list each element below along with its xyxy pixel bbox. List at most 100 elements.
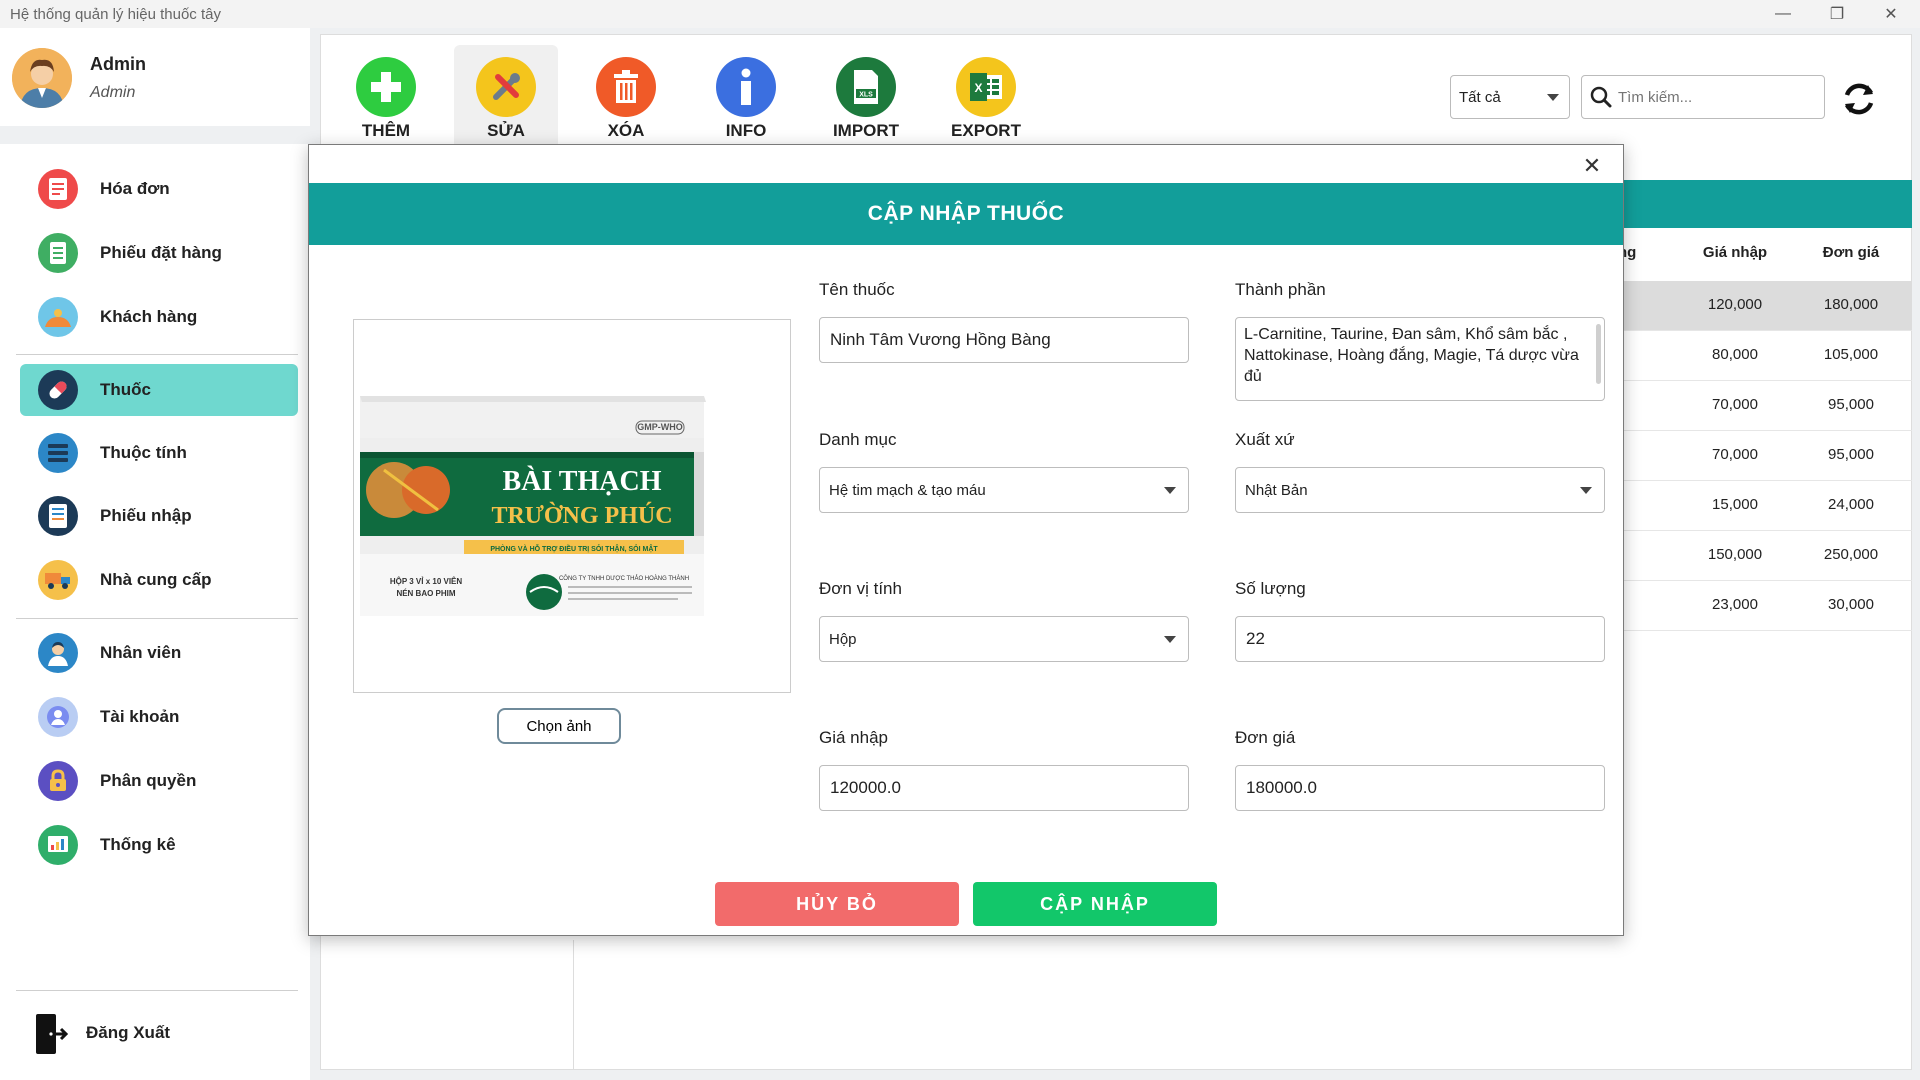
sidebar-item-label: Phiếu nhập [100,506,192,525]
avatar [12,48,72,108]
sidebar-item-thuoc[interactable]: Thuốc [20,364,298,416]
table-row[interactable]: 15,000 24,000 [1622,481,1912,531]
table-cell: 24,000 [1828,496,1874,513]
unit-select[interactable]: Hộp [819,616,1189,662]
origin-value: Nhật Bản [1245,481,1308,499]
filter-value: Tất cả [1459,88,1501,106]
sidebar-divider [16,618,298,619]
close-icon[interactable]: ✕ [1579,153,1605,179]
sidebar-item-nhan-vien[interactable]: Nhân viên [20,627,298,679]
import-button[interactable]: XLS IMPORT [814,45,918,149]
choose-image-button[interactable]: Chọn ảnh [497,708,621,744]
origin-select[interactable]: Nhật Bản [1235,467,1605,513]
info-button[interactable]: INFO [694,45,798,149]
cancel-button[interactable]: HỦY BỎ [715,882,959,926]
table-cell: 105,000 [1823,346,1879,363]
table-row[interactable]: 70,000 95,000 [1622,431,1912,481]
wrench-icon [476,57,536,117]
minimize-icon[interactable]: — [1760,0,1806,28]
user-role: Admin [90,84,136,101]
product-maker: CÔNG TY TNHH DƯỢC THẢO HOÀNG THÀNH [559,575,689,582]
sidebar-item-phan-quyen[interactable]: Phân quyền [20,755,298,807]
svg-text:X: X [974,81,982,95]
sidebar-divider [16,990,298,991]
update-medicine-dialog: ✕ CẬP NHẬP THUỐC GMP-WHO BÀI THẠCH TRƯỜN… [308,144,1624,936]
ingredients-label: Thành phần [1235,280,1326,299]
table-header-gia-nhap: Giá nhập [1702,244,1768,261]
update-button[interactable]: CẬP NHẬP [973,882,1217,926]
sidebar-item-khach-hang[interactable]: Khách hàng [20,291,298,343]
unit-price-input[interactable]: 180000.0 [1235,765,1605,811]
sidebar-item-thuoc-tinh[interactable]: Thuộc tính [20,427,298,479]
table-cell: 23,000 [1712,596,1758,613]
toolbar-label: THÊM [361,121,411,140]
excel-icon: X [956,57,1016,117]
import-price-input[interactable]: 120000.0 [819,765,1189,811]
logout-label: Đăng Xuất [86,1023,171,1042]
filter-select[interactable]: Tất cả [1450,75,1570,119]
toolbar-label: EXPORT [951,121,1021,140]
user-card: Admin Admin [0,28,310,126]
sidebar-item-tai-khoan[interactable]: Tài khoản [20,691,298,743]
table-cell: 120,000 [1707,296,1763,313]
category-select[interactable]: Hệ tim mạch & tạo máu [819,467,1189,513]
delete-button[interactable]: XÓA [574,45,678,149]
pill-icon [38,370,78,410]
list-icon [38,433,78,473]
invoice-icon [38,169,78,209]
edit-button[interactable]: SỬA [454,45,558,149]
sidebar-item-label: Nhà cung cấp [100,570,212,589]
search-box[interactable] [1581,75,1825,119]
ingredients-textarea[interactable]: L-Carnitine, Taurine, Đan sâm, Khổ sâm b… [1235,317,1605,401]
search-input[interactable] [1618,88,1808,106]
sidebar-item-label: Phiếu đặt hàng [100,243,222,262]
info-icon [716,57,776,117]
export-button[interactable]: X EXPORT [934,45,1038,149]
trash-icon [596,57,656,117]
table-row[interactable]: 23,000 30,000 [1622,581,1912,631]
ingredients-value: L-Carnitine, Taurine, Đan sâm, Khổ sâm b… [1244,326,1579,385]
product-name-line2: TRƯỜNG PHÚC [491,502,672,529]
restore-icon[interactable]: ❐ [1814,0,1860,28]
scrollbar[interactable] [1596,324,1601,384]
category-value: Hệ tim mạch & tạo máu [829,481,986,499]
table-cell: 70,000 [1712,446,1758,463]
sidebar-item-label: Khách hàng [100,307,198,326]
account-icon [38,697,78,737]
table-cell: 95,000 [1828,446,1874,463]
close-window-icon[interactable]: ✕ [1868,0,1914,28]
chevron-down-icon [1164,487,1176,494]
quantity-input[interactable]: 22 [1235,616,1605,662]
table-cell: 30,000 [1828,596,1874,613]
name-input[interactable]: Ninh Tâm Vương Hồng Bàng [819,317,1189,363]
logout-icon [34,1012,69,1061]
table-row[interactable]: 120,000 180,000 [1622,281,1912,331]
order-form-icon [38,233,78,273]
category-label: Danh mục [819,430,897,449]
sidebar-item-thong-ke[interactable]: Thống kê [20,819,298,871]
refresh-icon[interactable] [1839,79,1879,119]
product-badge: GMP-WHO [637,422,683,432]
table-cell: 150,000 [1707,546,1763,563]
table-row[interactable]: 150,000 250,000 [1622,531,1912,581]
sidebar-item-label: Phân quyền [100,771,197,790]
table-row[interactable]: 70,000 95,000 [1622,381,1912,431]
sidebar [0,144,310,1080]
unit-value: Hộp [829,630,857,648]
chart-icon [38,825,78,865]
sidebar-item-phieu-dat-hang[interactable]: Phiếu đặt hàng [20,227,298,279]
window-titlebar: Hệ thống quản lý hiệu thuốc tây — ❐ ✕ [0,0,1920,28]
import-price-label: Giá nhập [819,728,888,747]
product-pack-line1: HỘP 3 VỈ x 10 VIÊN [390,577,463,586]
sidebar-item-phieu-nhap[interactable]: Phiếu nhập [20,490,298,542]
customer-icon [38,297,78,337]
add-button[interactable]: THÊM [334,45,438,149]
table-row[interactable]: 80,000 105,000 [1622,331,1912,381]
lock-icon [38,761,78,801]
sidebar-item-label: Nhân viên [100,643,182,662]
name-label: Tên thuốc [819,280,895,299]
dialog-title: CẬP NHẬP THUỐC [309,183,1623,245]
sidebar-item-nha-cung-cap[interactable]: Nhà cung cấp [20,554,298,606]
chevron-down-icon [1547,94,1559,101]
sidebar-item-hoa-don[interactable]: Hóa đơn [20,163,298,215]
